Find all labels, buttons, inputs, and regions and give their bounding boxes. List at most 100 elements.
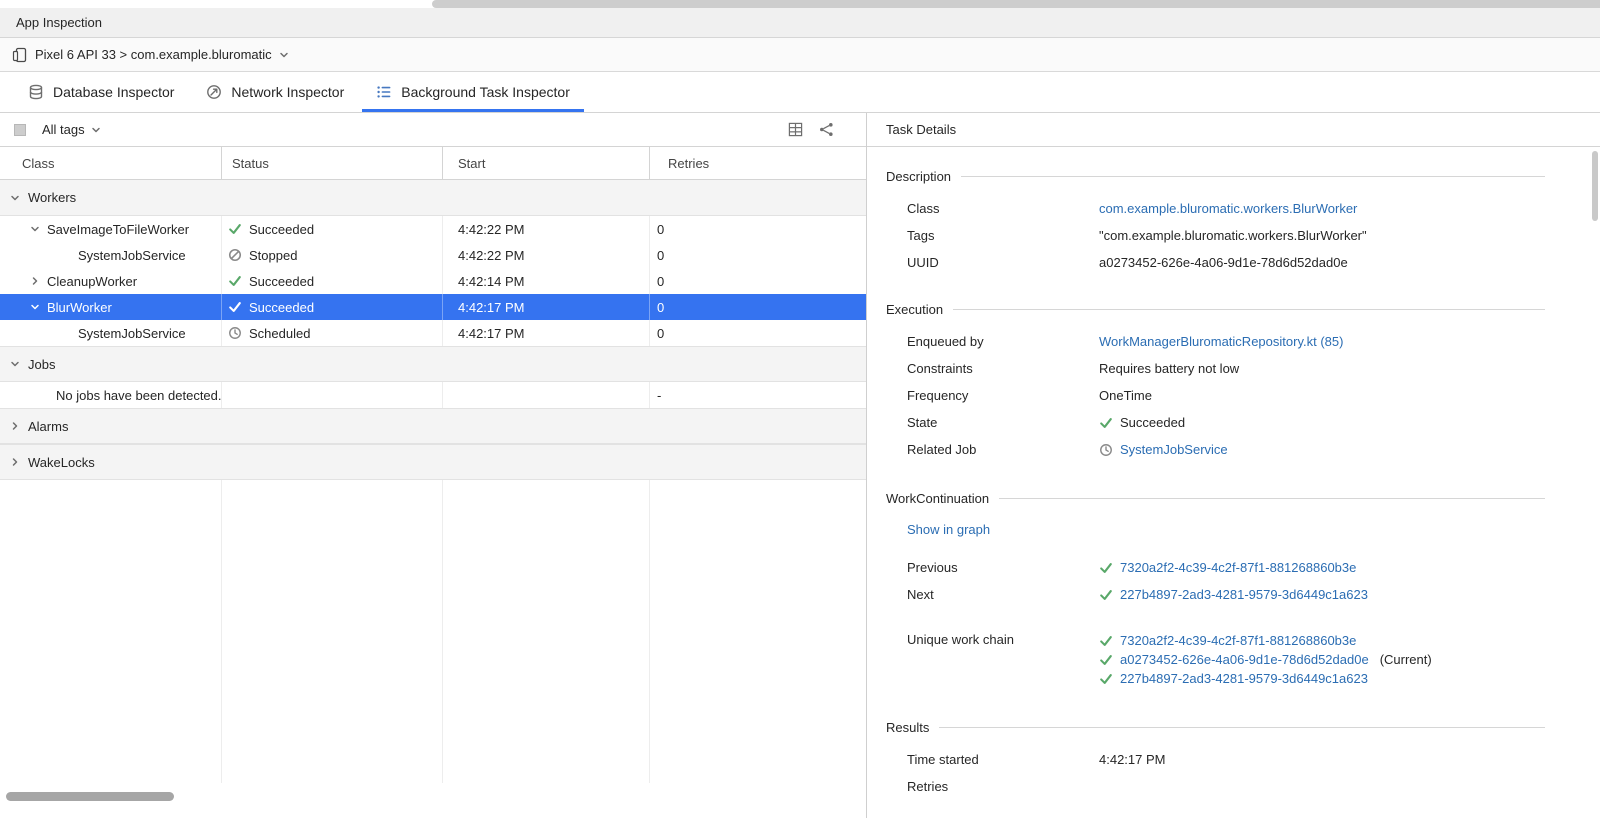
table-row-blurworker-selected[interactable]: BlurWorker Succeeded 4:42:17 PM 0 — [0, 294, 866, 320]
task-list-icon — [376, 84, 392, 100]
horizontal-scrollbar[interactable] — [6, 792, 174, 801]
clock-icon — [228, 326, 242, 340]
enqueued-by-link[interactable]: WorkManagerBluromaticRepository.kt (85) — [1099, 333, 1343, 351]
success-check-icon — [1099, 561, 1113, 575]
detail-row-unique-work-chain: Unique work chain 7320a2f2-4c39-4c2f-87f… — [907, 631, 1545, 688]
success-check-icon — [1099, 634, 1113, 648]
detail-label: UUID — [907, 254, 1099, 272]
chevron-down-icon — [279, 50, 289, 60]
group-row-workers[interactable]: Workers — [0, 180, 866, 216]
chevron-right-icon — [10, 421, 20, 431]
show-in-graph-link[interactable]: Show in graph — [907, 522, 990, 537]
column-divider — [221, 480, 222, 783]
detail-label: Related Job — [907, 441, 1099, 459]
class-link[interactable]: com.example.bluromatic.workers.BlurWorke… — [1099, 200, 1357, 218]
detail-row-next: Next 227b4897-2ad3-4281-9579-3d6449c1a62… — [907, 586, 1545, 604]
success-check-icon — [228, 222, 242, 236]
start-time: 4:42:17 PM — [458, 326, 525, 341]
detail-label: Class — [907, 200, 1099, 218]
vertical-scrollbar[interactable] — [1592, 151, 1598, 221]
device-process-selector[interactable]: Pixel 6 API 33 > com.example.bluromatic — [12, 47, 289, 63]
stop-icon[interactable] — [14, 124, 26, 136]
start-time: 4:42:17 PM — [458, 300, 525, 315]
detail-label: Frequency — [907, 387, 1099, 405]
task-details-header: Task Details — [867, 113, 1600, 147]
app-inspection-window: App Inspection Pixel 6 API 33 > com.exam… — [0, 0, 1600, 818]
success-check-icon — [228, 274, 242, 288]
worker-class: SystemJobService — [78, 248, 186, 263]
group-label: Alarms — [28, 419, 68, 434]
detail-row-time-started: Time started 4:42:17 PM — [907, 751, 1545, 769]
group-row-alarms[interactable]: Alarms — [0, 408, 866, 444]
network-icon — [206, 84, 222, 100]
chain-uuid-link[interactable]: 227b4897-2ad3-4281-9579-3d6449c1a623 — [1120, 669, 1368, 688]
section-rule — [999, 498, 1545, 499]
retries-count: 0 — [657, 222, 664, 237]
time-started-value: 4:42:17 PM — [1099, 751, 1166, 769]
chevron-down-icon[interactable] — [30, 302, 40, 312]
group-row-jobs[interactable]: Jobs — [0, 346, 866, 382]
table-row-systemjobservice-scheduled[interactable]: SystemJobService Scheduled 4:42:17 PM 0 — [0, 320, 866, 346]
table-row-systemjobservice-stopped[interactable]: SystemJobService Stopped 4:42:22 PM 0 — [0, 242, 866, 268]
column-header-status[interactable]: Status — [222, 147, 443, 179]
previous-uuid-link[interactable]: 7320a2f2-4c39-4c2f-87f1-881268860b3e — [1120, 559, 1356, 577]
status-text: Succeeded — [249, 222, 314, 237]
retries-count: 0 — [657, 248, 664, 263]
detail-row-tags: Tags "com.example.bluromatic.workers.Blu… — [907, 227, 1545, 245]
stopped-icon — [228, 248, 242, 262]
section-heading-label: Execution — [886, 302, 943, 317]
retries-count: 0 — [657, 326, 664, 341]
detail-row-frequency: Frequency OneTime — [907, 387, 1545, 405]
retries-count: 0 — [657, 274, 664, 289]
chain-item: 7320a2f2-4c39-4c2f-87f1-881268860b3e — [1099, 631, 1432, 650]
detail-row-related-job: Related Job SystemJobService — [907, 441, 1545, 459]
tab-label: Background Task Inspector — [401, 84, 570, 100]
column-header-start[interactable]: Start — [443, 147, 650, 179]
group-row-wakelocks[interactable]: WakeLocks — [0, 444, 866, 480]
detail-label: Unique work chain — [907, 631, 1099, 649]
next-uuid-link[interactable]: 227b4897-2ad3-4281-9579-3d6449c1a623 — [1120, 586, 1368, 604]
table-view-icon[interactable] — [788, 122, 803, 137]
start-time: 4:42:22 PM — [458, 248, 525, 263]
column-header-retries[interactable]: Retries — [650, 147, 866, 179]
detail-row-constraints: Constraints Requires battery not low — [907, 360, 1545, 378]
graph-view-icon[interactable] — [819, 122, 834, 137]
chain-uuid-link[interactable]: 7320a2f2-4c39-4c2f-87f1-881268860b3e — [1120, 631, 1356, 650]
group-label: Jobs — [28, 357, 55, 372]
tab-network-inspector[interactable]: Network Inspector — [192, 72, 358, 112]
chevron-down-icon — [91, 125, 101, 135]
table-row-cleanupworker[interactable]: CleanupWorker Succeeded 4:42:14 PM 0 — [0, 268, 866, 294]
chevron-right-icon — [10, 457, 20, 467]
inspector-tab-bar: Database Inspector Network Inspector Bac… — [0, 72, 1600, 113]
detail-row-retries-partial: Retries — [907, 778, 1545, 796]
chain-item: 227b4897-2ad3-4281-9579-3d6449c1a623 — [1099, 669, 1432, 688]
column-header-class[interactable]: Class — [0, 147, 222, 179]
detail-label: Tags — [907, 227, 1099, 245]
success-check-icon — [228, 300, 242, 314]
column-divider — [442, 480, 443, 783]
device-process-label: Pixel 6 API 33 > com.example.bluromatic — [35, 47, 272, 62]
detail-label: Next — [907, 586, 1099, 604]
worker-class: BlurWorker — [47, 300, 112, 315]
table-row-saveimagetofileworker[interactable]: SaveImageToFileWorker Succeeded 4:42:22 … — [0, 216, 866, 242]
database-icon — [28, 84, 44, 100]
state-value: Succeeded — [1120, 414, 1185, 432]
section-heading-label: Results — [886, 720, 929, 735]
main-area: All tags Class Status Start Retries Work… — [0, 113, 1600, 818]
start-time: 4:42:14 PM — [458, 274, 525, 289]
tab-background-task-inspector[interactable]: Background Task Inspector — [362, 72, 584, 112]
tags-value: "com.example.bluromatic.workers.BlurWork… — [1099, 227, 1367, 245]
all-tags-dropdown[interactable]: All tags — [42, 122, 101, 137]
top-edge-white — [0, 0, 432, 8]
section-execution: Execution — [886, 302, 1545, 317]
related-job-link[interactable]: SystemJobService — [1120, 441, 1228, 459]
table-header: Class Status Start Retries — [0, 147, 866, 180]
tab-database-inspector[interactable]: Database Inspector — [14, 72, 188, 112]
chevron-right-icon[interactable] — [30, 276, 40, 286]
app-inspection-header: App Inspection — [0, 8, 1600, 38]
task-details-content: Description Class com.example.bluromatic… — [867, 147, 1600, 818]
chain-uuid-link[interactable]: a0273452-626e-4a06-9d1e-78d6d52dad0e — [1120, 650, 1369, 669]
detail-label: Constraints — [907, 360, 1099, 378]
chevron-down-icon[interactable] — [30, 224, 40, 234]
success-check-icon — [1099, 416, 1113, 430]
